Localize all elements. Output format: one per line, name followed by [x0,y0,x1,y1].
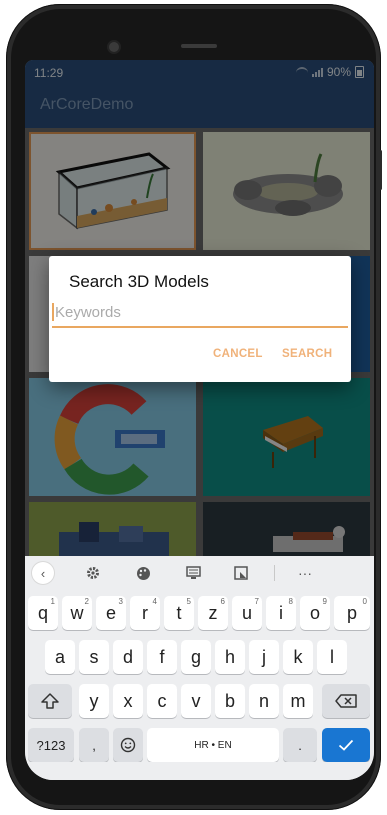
key-y[interactable]: y [79,684,109,718]
key-label: p [346,602,357,623]
key-j[interactable]: j [249,640,279,674]
soft-keyboard: ‹ ··· q1 w2 e3 r4 t5 z6 u7 i8 o9 p0 a s … [25,556,374,780]
key-v[interactable]: v [181,684,211,718]
text-caret [52,303,54,321]
key-label: r [142,602,148,623]
palette-icon[interactable] [133,563,153,583]
shift-icon [41,693,59,709]
toolbar-divider [274,565,275,581]
space-key[interactable]: HR • EN [147,728,279,762]
keyboard-toolbar: ‹ ··· [25,556,374,590]
search-button[interactable]: SEARCH [282,348,332,360]
key-u[interactable]: u7 [232,596,262,630]
key-hint: 9 [322,597,327,606]
screen: 11:29 90% ArCoreDemo Search 3D Models Ke… [25,60,374,780]
search-dialog: Search 3D Models CANCEL SEARCH [49,256,351,382]
enter-key[interactable] [322,728,370,762]
key-label: i [279,602,283,623]
key-hint: 6 [220,597,225,606]
key-b[interactable]: b [215,684,245,718]
key-m[interactable]: m [283,684,313,718]
emoji-icon [120,737,136,753]
key-z[interactable]: z6 [198,596,228,630]
key-i[interactable]: i8 [266,596,296,630]
keywords-input[interactable] [55,300,340,324]
key-x[interactable]: x [113,684,143,718]
key-k[interactable]: k [283,640,313,674]
dialog-title: Search 3D Models [69,272,209,291]
key-label: e [105,602,116,623]
chevron-left-icon[interactable]: ‹ [32,562,54,584]
key-a[interactable]: a [45,640,75,674]
more-icon[interactable]: ··· [293,563,317,583]
symbols-key[interactable]: ?123 [28,728,74,762]
backspace-key[interactable] [322,684,370,718]
shift-key[interactable] [28,684,72,718]
key-hint: 1 [50,597,55,606]
key-g[interactable]: g [181,640,211,674]
key-hint: 0 [362,597,367,606]
front-camera [109,42,119,52]
cancel-button[interactable]: CANCEL [213,348,263,360]
navigation-bar [25,762,374,780]
key-hint: 8 [288,597,293,606]
key-l[interactable]: l [317,640,347,674]
key-t[interactable]: t5 [164,596,194,630]
resize-icon[interactable] [231,563,251,583]
key-label: o [309,602,320,623]
key-w[interactable]: w2 [62,596,92,630]
emoji-key[interactable] [113,728,143,762]
checkmark-icon [338,739,354,751]
key-s[interactable]: s [79,640,109,674]
comma-key[interactable]: , [79,728,109,762]
key-p[interactable]: p0 [334,596,370,630]
key-q[interactable]: q1 [28,596,58,630]
period-key[interactable]: . [283,728,317,762]
key-e[interactable]: e3 [96,596,126,630]
key-o[interactable]: o9 [300,596,330,630]
backspace-icon [335,694,357,708]
keywords-input-underline [52,300,348,328]
key-label: t [176,602,182,623]
volume-button [379,150,382,190]
key-hint: 7 [254,597,259,606]
earpiece-speaker [181,44,217,48]
key-hint: 5 [186,597,191,606]
key-r[interactable]: r4 [130,596,160,630]
key-label: z [208,602,218,623]
key-c[interactable]: c [147,684,177,718]
key-hint: 2 [84,597,89,606]
key-f[interactable]: f [147,640,177,674]
key-label: q [37,602,48,623]
gear-icon[interactable] [83,563,103,583]
key-n[interactable]: n [249,684,279,718]
key-hint: 4 [152,597,157,606]
key-label: w [70,602,84,623]
key-label: u [241,602,252,623]
key-hint: 3 [118,597,123,606]
key-d[interactable]: d [113,640,143,674]
key-h[interactable]: h [215,640,245,674]
clipboard-icon[interactable] [183,563,203,583]
